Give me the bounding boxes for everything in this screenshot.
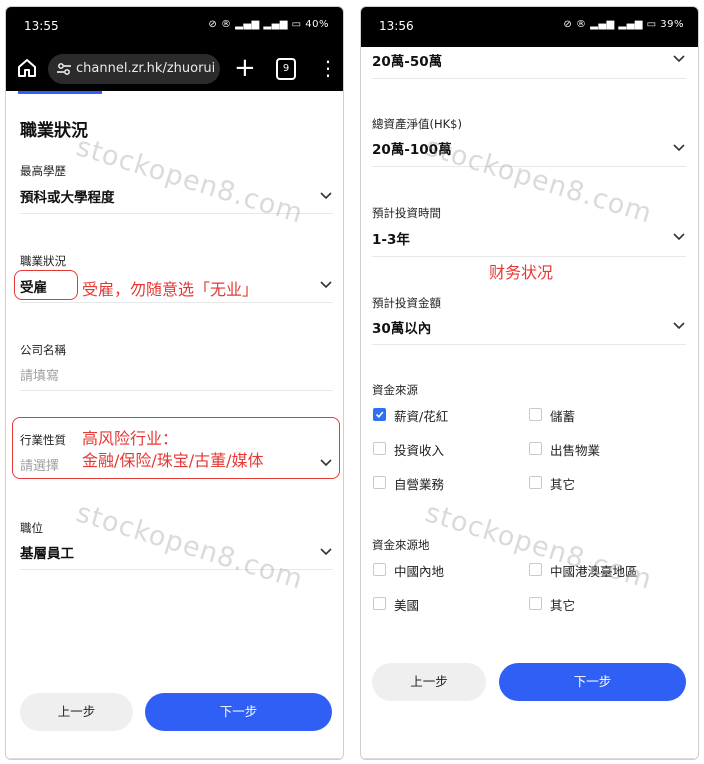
employment-label: 職業狀況 bbox=[20, 254, 66, 268]
status-time: 13:55 bbox=[24, 19, 59, 33]
next-step-button[interactable]: 下一步 bbox=[499, 663, 686, 701]
net-assets-label: 總資產淨值(HK$) bbox=[372, 117, 462, 131]
position-select[interactable]: 基層員工 bbox=[20, 542, 74, 562]
divider bbox=[20, 302, 333, 303]
industry-annotation-line2: 金融/保险/珠宝/古董/媒体 bbox=[82, 451, 264, 470]
status-icons: ⊘ ® ▂▄▆ ▂▄▆ ▭ 40% bbox=[208, 19, 329, 30]
checkbox-label[interactable]: 自營業務 bbox=[394, 474, 444, 493]
divider bbox=[372, 344, 686, 345]
chevron-down-icon[interactable] bbox=[672, 321, 686, 331]
checkbox-label[interactable]: 薪資/花紅 bbox=[394, 406, 448, 425]
invest-amount-select[interactable]: 30萬以內 bbox=[372, 317, 431, 337]
position-label: 職位 bbox=[20, 521, 43, 535]
left-phone-screenshot: 13:55 ⊘ ® ▂▄▆ ▂▄▆ ▭ 40% channel.zr.hk/zh… bbox=[5, 6, 344, 760]
watermark: stockopen8.com bbox=[72, 131, 307, 230]
overflow-menu-icon[interactable]: ⋮ bbox=[318, 55, 338, 81]
prev-step-button[interactable]: 上一步 bbox=[20, 693, 133, 731]
chevron-down-icon[interactable] bbox=[672, 143, 686, 153]
address-bar[interactable]: channel.zr.hk/zhuorui_ bbox=[48, 54, 220, 84]
status-bar: 13:55 ⊘ ® ▂▄▆ ▂▄▆ ▭ 40% bbox=[6, 7, 343, 47]
checkbox[interactable] bbox=[373, 442, 386, 455]
finance-annotation: 财务状况 bbox=[489, 263, 554, 282]
checkmark-icon bbox=[375, 411, 384, 418]
browser-toolbar: channel.zr.hk/zhuorui_ + 9 ⋮ bbox=[6, 47, 343, 91]
industry-select[interactable]: 請選擇 bbox=[20, 455, 59, 474]
checkbox-label[interactable]: 出售物業 bbox=[550, 440, 600, 459]
company-label: 公司名稱 bbox=[20, 343, 66, 357]
prev-step-button[interactable]: 上一步 bbox=[372, 663, 486, 701]
checkbox-label[interactable]: 其它 bbox=[550, 595, 575, 614]
checkbox-label[interactable]: 中國內地 bbox=[394, 561, 444, 580]
home-icon[interactable] bbox=[16, 57, 38, 79]
checkbox-label[interactable]: 美國 bbox=[394, 595, 419, 614]
industry-annotation-line1: 高风险行业： bbox=[82, 429, 179, 448]
chevron-down-icon[interactable] bbox=[319, 191, 333, 201]
new-tab-icon[interactable]: + bbox=[234, 53, 256, 83]
step-progress-indicator bbox=[18, 91, 102, 94]
checkbox[interactable] bbox=[529, 476, 542, 489]
education-select[interactable]: 預科或大學程度 bbox=[20, 186, 115, 206]
site-settings-icon[interactable] bbox=[56, 61, 72, 77]
company-input[interactable]: 請填寫 bbox=[20, 365, 59, 384]
checkbox[interactable] bbox=[373, 563, 386, 576]
checkbox[interactable] bbox=[529, 563, 542, 576]
divider bbox=[20, 390, 333, 391]
checkbox-label[interactable]: 投資收入 bbox=[394, 440, 444, 459]
battery-percent: 40% bbox=[305, 19, 329, 30]
checkbox-label[interactable]: 中國港澳臺地區 bbox=[550, 561, 638, 580]
income-range-select[interactable]: 20萬-50萬 bbox=[372, 50, 442, 70]
status-time: 13:56 bbox=[379, 19, 414, 33]
section-title: 職業狀況 bbox=[20, 121, 88, 141]
checkbox[interactable] bbox=[529, 408, 542, 421]
education-label: 最高學歷 bbox=[20, 164, 66, 178]
battery-percent: 39% bbox=[660, 19, 684, 30]
divider bbox=[372, 78, 686, 79]
fund-origin-label: 資金來源地 bbox=[372, 538, 430, 552]
checkbox-label[interactable]: 其它 bbox=[550, 474, 575, 493]
watermark: stockopen8.com bbox=[72, 497, 307, 596]
divider bbox=[372, 256, 686, 257]
next-step-button[interactable]: 下一步 bbox=[145, 693, 332, 731]
checkbox[interactable] bbox=[529, 597, 542, 610]
checkbox[interactable] bbox=[373, 408, 386, 421]
invest-amount-label: 預計投資金額 bbox=[372, 296, 441, 310]
chevron-down-icon[interactable] bbox=[319, 280, 333, 290]
right-phone-screenshot: 13:56 ⊘ ® ▂▄▆ ▂▄▆ ▭ 39% 20萬-50萬 總資產淨值(HK… bbox=[360, 6, 699, 760]
chevron-down-icon[interactable] bbox=[319, 547, 333, 557]
bottom-border bbox=[361, 758, 698, 759]
tab-switcher-icon[interactable]: 9 bbox=[276, 58, 296, 80]
status-icons: ⊘ ® ▂▄▆ ▂▄▆ ▭ 39% bbox=[563, 19, 684, 30]
invest-period-label: 預計投資時間 bbox=[372, 206, 441, 220]
checkbox[interactable] bbox=[529, 442, 542, 455]
url-text: channel.zr.hk/zhuorui_ bbox=[76, 61, 214, 76]
employment-annotation: 受雇，勿随意选「无业」 bbox=[82, 280, 259, 299]
checkbox[interactable] bbox=[373, 597, 386, 610]
employment-select[interactable]: 受雇 bbox=[20, 276, 47, 296]
chevron-down-icon[interactable] bbox=[672, 54, 686, 64]
chevron-down-icon[interactable] bbox=[672, 232, 686, 242]
checkbox[interactable] bbox=[373, 476, 386, 489]
watermark: stockopen8.com bbox=[421, 497, 656, 596]
fund-source-label: 資金來源 bbox=[372, 383, 418, 397]
industry-label: 行業性質 bbox=[20, 433, 66, 447]
bottom-border bbox=[6, 758, 343, 759]
status-bar: 13:56 ⊘ ® ▂▄▆ ▂▄▆ ▭ 39% bbox=[361, 7, 698, 47]
chevron-down-icon[interactable] bbox=[319, 458, 333, 468]
checkbox-label[interactable]: 儲蓄 bbox=[550, 406, 575, 425]
invest-period-select[interactable]: 1-3年 bbox=[372, 228, 410, 248]
watermark: stockopen8.com bbox=[421, 131, 656, 230]
